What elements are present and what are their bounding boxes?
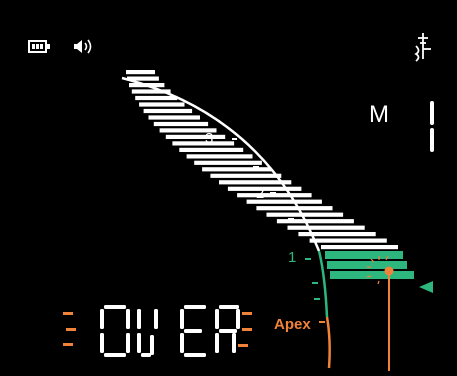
segment bbox=[219, 305, 239, 309]
progress-bar-segment bbox=[135, 95, 178, 101]
progress-bar-segment bbox=[266, 212, 344, 217]
progress-bar-segment bbox=[227, 186, 302, 191]
progress-bar-segment bbox=[309, 238, 387, 243]
segment bbox=[236, 309, 240, 329]
segment bbox=[219, 329, 237, 333]
progress-bar-segment bbox=[143, 108, 193, 114]
progress-bar-segment bbox=[126, 70, 155, 75]
segment bbox=[184, 329, 202, 333]
apex-pointer-triangle bbox=[419, 281, 433, 293]
battery-icon bbox=[28, 40, 50, 53]
canal-curve-green bbox=[317, 250, 329, 318]
progress-bar-segment bbox=[202, 167, 272, 172]
segment bbox=[184, 353, 206, 357]
segment bbox=[232, 333, 236, 353]
status-text: OVER bbox=[5, 5, 6, 6]
scale-label-2: 2 bbox=[256, 185, 265, 202]
segment bbox=[104, 353, 126, 357]
segment bbox=[180, 333, 184, 353]
tooth-antenna-icon bbox=[414, 33, 431, 62]
segment bbox=[126, 333, 130, 353]
mode-letter: M bbox=[369, 101, 389, 128]
scale-label-3: 3 bbox=[205, 130, 214, 147]
apex-locator-display: M 1 3 2 1 Apex OVER bbox=[5, 5, 452, 371]
segment bbox=[154, 309, 158, 329]
progress-bar-segment bbox=[153, 121, 209, 127]
progress-bar-segment bbox=[179, 147, 244, 152]
mode-number-segment bbox=[430, 101, 434, 152]
progress-bar-segment bbox=[148, 115, 200, 120]
progress-bar-segment bbox=[194, 160, 262, 165]
segment bbox=[104, 305, 126, 309]
speaker-icon bbox=[74, 39, 92, 54]
segment bbox=[180, 309, 184, 329]
progress-bar-segment bbox=[165, 134, 226, 139]
segment bbox=[137, 333, 141, 353]
progress-bar-segment bbox=[139, 102, 185, 107]
segment bbox=[137, 309, 141, 329]
over-segment-text bbox=[100, 305, 240, 357]
segment bbox=[184, 305, 206, 309]
progress-bar-segment bbox=[256, 206, 333, 211]
segment bbox=[215, 309, 219, 329]
progress-bar-segment bbox=[186, 154, 253, 159]
scale-label-1: 1 bbox=[288, 249, 297, 266]
segment bbox=[150, 335, 154, 355]
progress-bar-segment bbox=[321, 245, 398, 250]
progress-bar-segment bbox=[172, 141, 235, 146]
segment bbox=[100, 333, 104, 353]
apex-zone-green bbox=[325, 251, 414, 279]
segment bbox=[141, 353, 151, 357]
apex-label: Apex bbox=[274, 316, 311, 333]
segment bbox=[126, 309, 130, 329]
segment bbox=[100, 309, 104, 329]
canal-curve-orange bbox=[325, 316, 331, 369]
progress-bar-segment bbox=[287, 225, 365, 230]
segment bbox=[215, 333, 219, 353]
display-graphics bbox=[28, 33, 434, 371]
progress-bar-segment bbox=[210, 173, 282, 178]
